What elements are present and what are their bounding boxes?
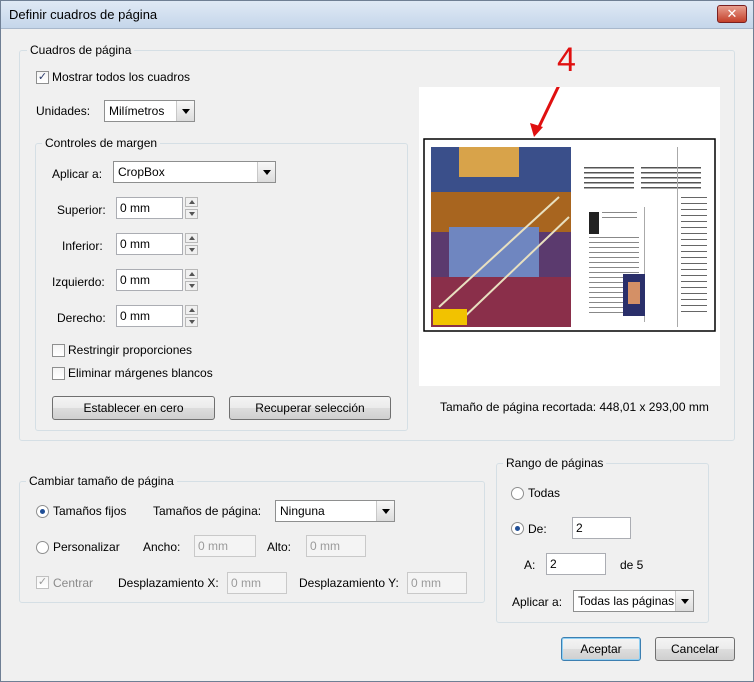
- chevron-down-icon: [257, 162, 275, 182]
- y-offset-value: 0 mm: [411, 576, 441, 590]
- chevron-down-icon: [675, 591, 693, 611]
- all-pages-radio[interactable]: [511, 487, 524, 500]
- bottom-margin-input[interactable]: 0 mm: [116, 233, 183, 255]
- right-margin-value: 0 mm: [120, 309, 150, 323]
- top-margin-spinner[interactable]: [185, 197, 198, 219]
- right-margin-input[interactable]: 0 mm: [116, 305, 183, 327]
- all-pages-label: Todas: [528, 486, 561, 500]
- height-value: 0 mm: [310, 539, 340, 553]
- dialog-window: Definir cuadros de página ✕ Cuadros de p…: [0, 0, 754, 682]
- window-title: Definir cuadros de página: [9, 7, 158, 22]
- page-sizes-select[interactable]: Ninguna: [275, 500, 395, 522]
- units-select-value: Milímetros: [109, 104, 165, 118]
- custom-size-label: Personalizar: [53, 540, 120, 554]
- chevron-down-icon: [176, 101, 194, 121]
- right-margin-spinner[interactable]: [185, 305, 198, 327]
- left-margin-label: Izquierdo:: [52, 275, 105, 289]
- width-value: 0 mm: [198, 539, 228, 553]
- page-range-legend: Rango de páginas: [503, 456, 607, 470]
- resize-page-legend: Cambiar tamaño de página: [26, 474, 177, 488]
- x-offset-input[interactable]: 0 mm: [227, 572, 287, 594]
- bottom-margin-spinner[interactable]: [185, 233, 198, 255]
- height-input[interactable]: 0 mm: [306, 535, 366, 557]
- page-boxes-legend: Cuadros de página: [27, 43, 135, 57]
- custom-size-radio[interactable]: [36, 541, 49, 554]
- left-margin-input[interactable]: 0 mm: [116, 269, 183, 291]
- revert-selection-button[interactable]: Recuperar selección: [229, 396, 391, 420]
- show-all-boxes-checkbox[interactable]: ✓: [36, 71, 49, 84]
- height-label: Alto:: [267, 540, 292, 554]
- set-to-zero-button[interactable]: Establecer en cero: [52, 396, 215, 420]
- top-margin-label: Superior:: [57, 203, 106, 217]
- to-page-input[interactable]: 2: [546, 553, 606, 575]
- apply-to-select[interactable]: CropBox: [113, 161, 276, 183]
- spin-down-icon[interactable]: [185, 281, 198, 291]
- ok-button[interactable]: Aceptar: [561, 637, 641, 661]
- range-apply-select-value: Todas las páginas: [578, 594, 675, 608]
- left-margin-spinner[interactable]: [185, 269, 198, 291]
- chevron-down-icon: [376, 501, 394, 521]
- page-sizes-select-value: Ninguna: [280, 504, 325, 518]
- apply-to-label: Aplicar a:: [52, 167, 103, 181]
- spin-up-icon[interactable]: [185, 197, 198, 207]
- from-page-value: 2: [576, 521, 583, 535]
- center-label: Centrar: [53, 576, 94, 590]
- preview-annotation-number: 4: [557, 41, 576, 79]
- page-preview: [419, 87, 720, 386]
- range-apply-select[interactable]: Todas las páginas: [573, 590, 694, 612]
- units-select[interactable]: Milímetros: [104, 100, 195, 122]
- from-page-label: De:: [528, 522, 547, 536]
- to-page-value: 2: [550, 557, 557, 571]
- preview-image: [423, 87, 716, 332]
- center-checkbox[interactable]: ✓: [36, 576, 49, 589]
- x-offset-label: Desplazamiento X:: [118, 576, 219, 590]
- bottom-margin-value: 0 mm: [120, 237, 150, 251]
- spin-down-icon[interactable]: [185, 317, 198, 327]
- remove-white-margins-checkbox[interactable]: [52, 367, 65, 380]
- to-page-label: A:: [524, 558, 536, 572]
- margin-controls-legend: Controles de margen: [42, 136, 161, 150]
- from-page-input[interactable]: 2: [572, 517, 631, 539]
- top-margin-value: 0 mm: [120, 201, 150, 215]
- width-input[interactable]: 0 mm: [194, 535, 256, 557]
- spin-up-icon[interactable]: [185, 305, 198, 315]
- x-offset-value: 0 mm: [231, 576, 261, 590]
- page-count-text: de 5: [620, 558, 644, 572]
- constrain-proportions-checkbox[interactable]: [52, 344, 65, 357]
- spin-down-icon[interactable]: [185, 245, 198, 255]
- spin-down-icon[interactable]: [185, 209, 198, 219]
- right-margin-label: Derecho:: [57, 311, 106, 325]
- remove-white-margins-label: Eliminar márgenes blancos: [68, 366, 213, 380]
- fixed-sizes-radio[interactable]: [36, 505, 49, 518]
- crop-size-text: Tamaño de página recortada: 448,01 x 293…: [440, 400, 709, 414]
- y-offset-label: Desplazamiento Y:: [299, 576, 399, 590]
- cancel-button[interactable]: Cancelar: [655, 637, 735, 661]
- constrain-proportions-label: Restringir proporciones: [68, 343, 193, 357]
- close-button[interactable]: ✕: [717, 5, 747, 23]
- left-margin-value: 0 mm: [120, 273, 150, 287]
- units-label: Unidades:: [36, 104, 91, 118]
- width-label: Ancho:: [143, 540, 181, 554]
- page-sizes-label: Tamaños de página:: [153, 504, 262, 518]
- apply-to-select-value: CropBox: [118, 165, 165, 179]
- y-offset-input[interactable]: 0 mm: [407, 572, 467, 594]
- title-bar[interactable]: Definir cuadros de página ✕: [1, 1, 753, 29]
- close-icon: ✕: [726, 6, 738, 21]
- range-apply-label: Aplicar a:: [512, 595, 563, 609]
- spin-up-icon[interactable]: [185, 269, 198, 279]
- show-all-boxes-label: Mostrar todos los cuadros: [52, 70, 191, 84]
- bottom-margin-label: Inferior:: [62, 239, 103, 253]
- from-page-radio[interactable]: [511, 522, 524, 535]
- spin-up-icon[interactable]: [185, 233, 198, 243]
- top-margin-input[interactable]: 0 mm: [116, 197, 183, 219]
- fixed-sizes-label: Tamaños fijos: [53, 504, 127, 518]
